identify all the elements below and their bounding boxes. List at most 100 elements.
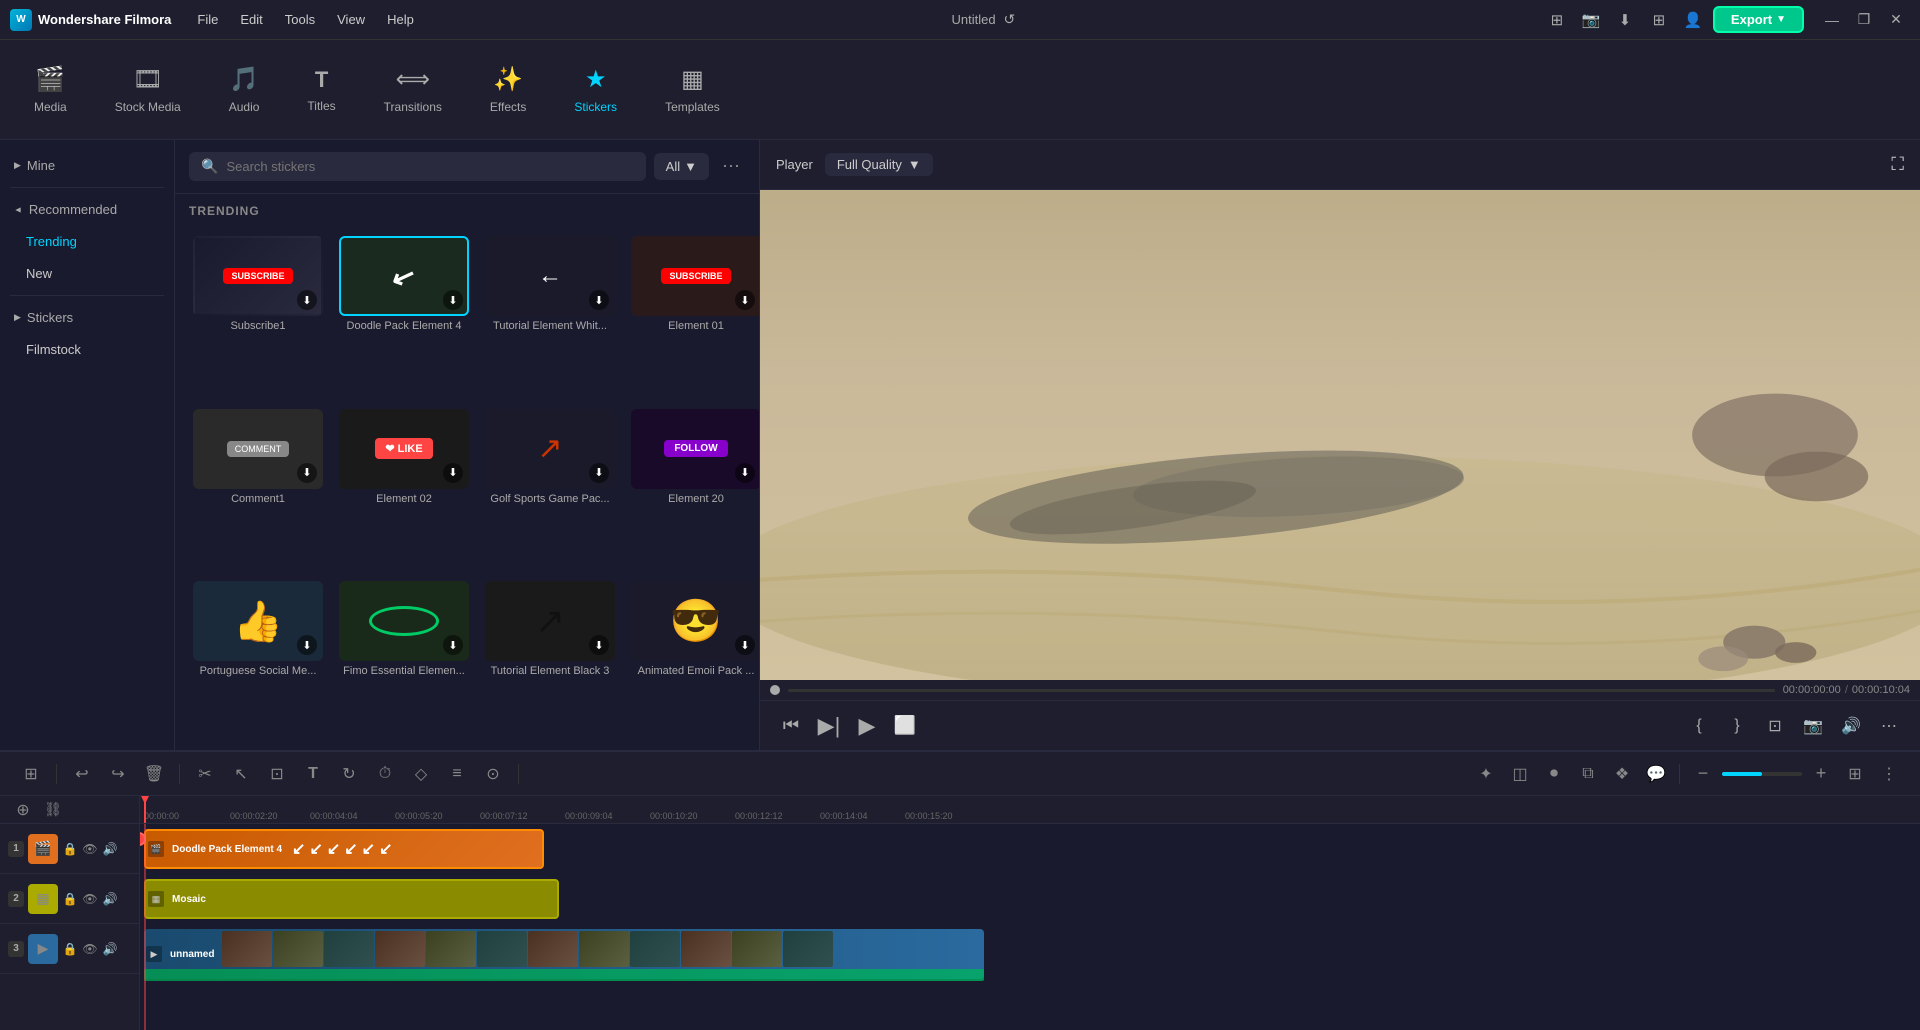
record-button[interactable]: ⏺ [1539, 759, 1569, 789]
snap-button[interactable]: ◫ [1505, 759, 1535, 789]
sticker-tutorial-white[interactable]: ← ⬇ Tutorial Element Whit... [481, 232, 619, 397]
sticker-tut-black[interactable]: ↗ ⬇ Tutorial Element Black 3 [481, 577, 619, 742]
sticker-emoji[interactable]: 😎 ⬇ Animated Emoii Pack ... [627, 577, 759, 742]
track-visibility-3[interactable]: 👁 [82, 941, 98, 957]
close-button[interactable]: ✕ [1882, 6, 1910, 34]
add-track-button[interactable]: ⊞ [16, 759, 46, 789]
crop-button[interactable]: ⊡ [262, 759, 292, 789]
subtitle-button[interactable]: 💬 [1641, 759, 1671, 789]
track-lock-1[interactable]: 🔒 [62, 841, 78, 857]
rotate-button[interactable]: ↻ [334, 759, 364, 789]
sticker-golf[interactable]: ↗ ⬇ Golf Sports Game Pac... [481, 405, 619, 570]
playback-track[interactable] [788, 689, 1775, 692]
sticker-element01[interactable]: SUBSCRIBE ⬇ Element 01 [627, 232, 759, 397]
zoom-slider[interactable] [1722, 772, 1802, 776]
search-box[interactable]: 🔍 [189, 152, 646, 181]
mark-out-button[interactable]: } [1722, 711, 1752, 741]
select-button[interactable]: ↖ [226, 759, 256, 789]
split-button[interactable]: ❖ [1607, 759, 1637, 789]
text-button[interactable]: T [298, 759, 328, 789]
sticker-doodle4[interactable]: ↙ ⬇ Doodle Pack Element 4 [335, 232, 473, 397]
toolbar-transitions[interactable]: ⟺ Transitions [370, 57, 456, 122]
download-sticker-element20-icon[interactable]: ⬇ [735, 463, 755, 483]
toolbar-stickers[interactable]: ★ Stickers [560, 57, 631, 122]
download-sticker-element01-icon[interactable]: ⬇ [735, 290, 755, 310]
snapshot-icon[interactable]: 📷 [1577, 6, 1605, 34]
account-icon[interactable]: 👤 [1679, 6, 1707, 34]
redo-button[interactable]: ↪ [103, 759, 133, 789]
sidebar-item-filmstock[interactable]: Filmstock [6, 334, 168, 365]
chain-link-icon[interactable]: ⛓ [38, 796, 68, 825]
track-lock-3[interactable]: 🔒 [62, 941, 78, 957]
sticker-element02[interactable]: ❤ LIKE ⬇ Element 02 [335, 405, 473, 570]
play-forward-button[interactable]: ▶| [814, 711, 844, 741]
download-sticker-tutblack-icon[interactable]: ⬇ [589, 635, 609, 655]
toolbar-stock-media[interactable]: 🎞 Stock Media [101, 57, 195, 122]
fullscreen-icon[interactable]: ⛶ [1891, 154, 1904, 175]
color-button[interactable]: ◇ [406, 759, 436, 789]
filter-button[interactable]: All ▼ [654, 153, 709, 180]
fit-to-screen-button[interactable]: ⊡ [1760, 711, 1790, 741]
apps-icon[interactable]: ⊞ [1645, 6, 1673, 34]
track-visibility-2[interactable]: 👁 [82, 891, 98, 907]
track-lock-2[interactable]: 🔒 [62, 891, 78, 907]
minimize-button[interactable]: — [1818, 6, 1846, 34]
group-button[interactable]: ⧉ [1573, 759, 1603, 789]
play-button[interactable]: ▶ [852, 711, 882, 741]
step-back-button[interactable]: ⏮ [776, 711, 806, 741]
delete-button[interactable]: 🗑 [139, 759, 169, 789]
undo-button[interactable]: ↩ [67, 759, 97, 789]
sidebar-header-mine[interactable]: ▶ Mine [0, 150, 174, 181]
menu-view[interactable]: View [327, 8, 375, 31]
download-icon[interactable]: ⬇ [1611, 6, 1639, 34]
export-button[interactable]: Export ▼ [1713, 6, 1804, 33]
volume-button[interactable]: 🔊 [1836, 711, 1866, 741]
sidebar-item-trending[interactable]: Trending [6, 226, 168, 257]
sticker-subscribe1[interactable]: SUBSCRIBE ⬇ Subscribe1 [189, 232, 327, 397]
sticker-portuguese[interactable]: 👍 ⬇ Portuguese Social Me... [189, 577, 327, 742]
toolbar-titles[interactable]: T Titles [293, 59, 349, 121]
toolbar-templates[interactable]: ▦ Templates [651, 57, 734, 122]
zoom-out-button[interactable]: − [1688, 759, 1718, 789]
sticker-comment1[interactable]: COMMENT ⬇ Comment1 [189, 405, 327, 570]
add-clip-button[interactable]: ⊕ [8, 796, 38, 825]
ai-button[interactable]: ✦ [1471, 759, 1501, 789]
zoom-in-button[interactable]: + [1806, 759, 1836, 789]
toolbar-audio[interactable]: 🎵 Audio [215, 57, 274, 122]
more-tools-button[interactable]: ⊙ [478, 759, 508, 789]
sidebar-header-stickers[interactable]: ▶ Stickers [0, 302, 174, 333]
sticker-fimo[interactable]: ⬇ Fimo Essential Elemen... [335, 577, 473, 742]
download-sticker-icon[interactable]: ⬇ [297, 290, 317, 310]
quality-selector[interactable]: Full Quality ▼ [825, 153, 933, 176]
more-player-button[interactable]: ⋯ [1874, 711, 1904, 741]
menu-edit[interactable]: Edit [230, 8, 272, 31]
sidebar-header-recommended[interactable]: ▼ Recommended [0, 194, 174, 225]
download-sticker-fimo-icon[interactable]: ⬇ [443, 635, 463, 655]
sticker-element20[interactable]: FOLLOW ⬇ Element 20 [627, 405, 759, 570]
expand-button[interactable]: ⋮ [1874, 759, 1904, 789]
grid-view-button[interactable]: ⊞ [1840, 759, 1870, 789]
track-mute-2[interactable]: 🔊 [102, 891, 118, 907]
speed-button[interactable]: ⏱ [370, 759, 400, 789]
layout-icon[interactable]: ⊞ [1543, 6, 1571, 34]
download-sticker-golf-icon[interactable]: ⬇ [589, 463, 609, 483]
download-sticker-element02-icon[interactable]: ⬇ [443, 463, 463, 483]
download-sticker-tutorial-icon[interactable]: ⬇ [589, 290, 609, 310]
audio-button[interactable]: ≡ [442, 759, 472, 789]
more-options-button[interactable]: ⋯ [717, 153, 745, 181]
track-clip-doodle[interactable]: 🎬 Doodle Pack Element 4 ↙ ↙ ↙ ↙ ↙ ↙ [144, 829, 544, 869]
stop-button[interactable]: ⬜ [890, 711, 920, 741]
menu-tools[interactable]: Tools [275, 8, 325, 31]
mark-in-button[interactable]: { [1684, 711, 1714, 741]
download-sticker-comment-icon[interactable]: ⬇ [297, 463, 317, 483]
track-mute-1[interactable]: 🔊 [102, 841, 118, 857]
sidebar-item-new[interactable]: New [6, 258, 168, 289]
track-mute-3[interactable]: 🔊 [102, 941, 118, 957]
download-sticker-emoji-icon[interactable]: ⬇ [735, 635, 755, 655]
cut-button[interactable]: ✂ [190, 759, 220, 789]
menu-help[interactable]: Help [377, 8, 424, 31]
maximize-button[interactable]: ❐ [1850, 6, 1878, 34]
menu-file[interactable]: File [187, 8, 228, 31]
search-input[interactable] [226, 159, 633, 174]
toolbar-effects[interactable]: ✨ Effects [476, 57, 540, 122]
